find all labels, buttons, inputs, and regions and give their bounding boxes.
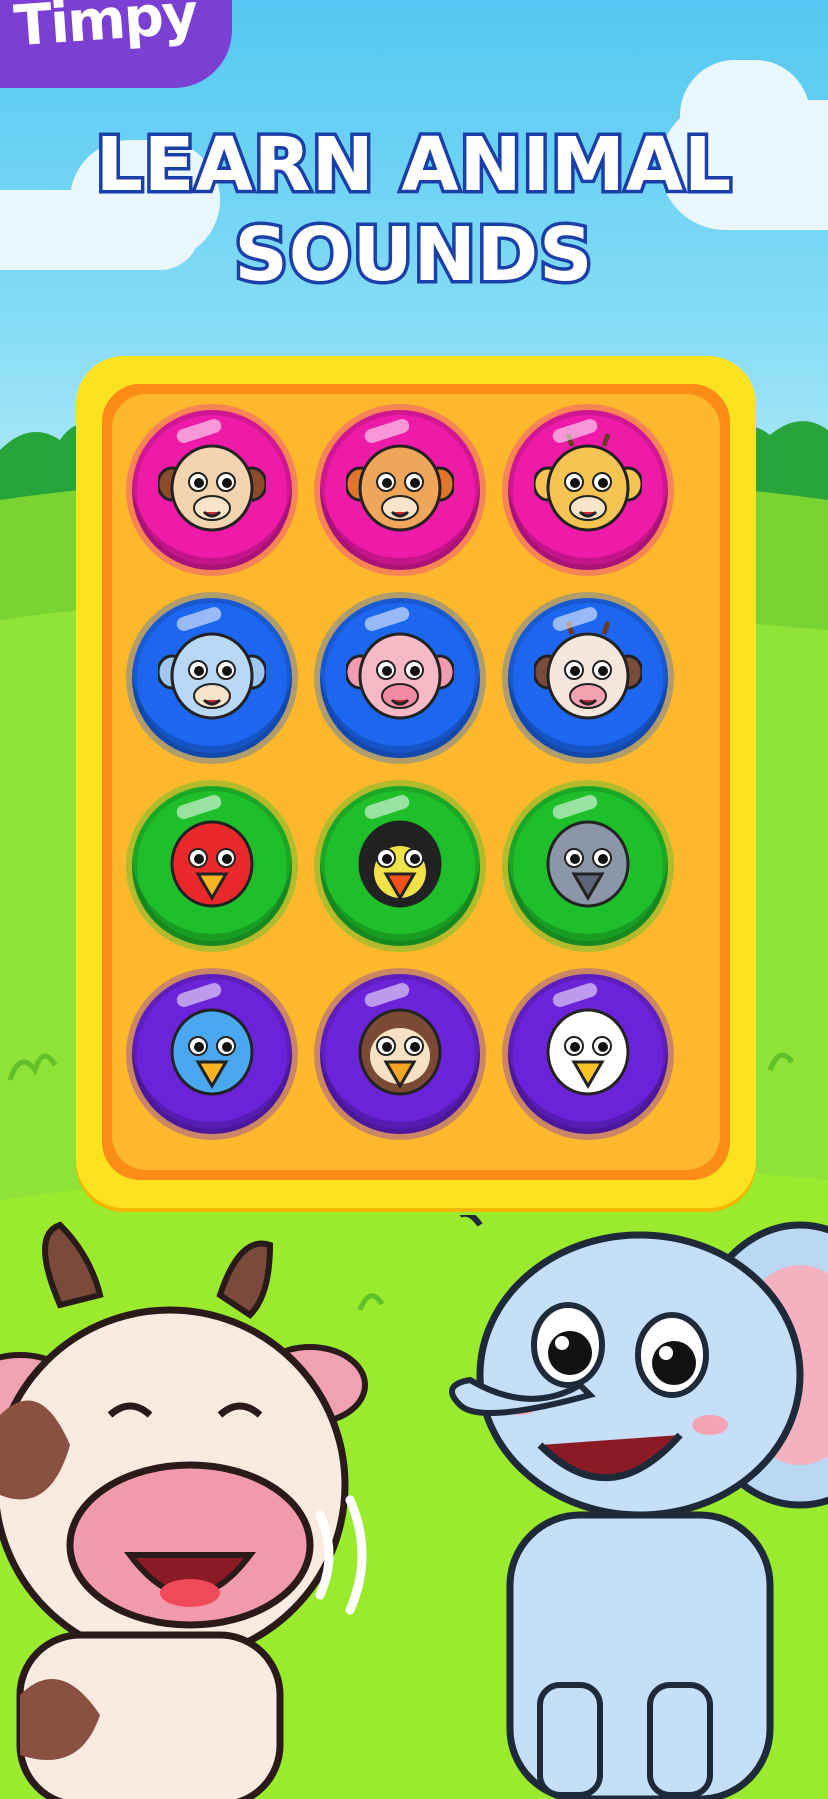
cow-sound-button[interactable] bbox=[508, 598, 668, 758]
elephant-sound-button[interactable] bbox=[132, 598, 292, 758]
pig-icon bbox=[346, 632, 454, 720]
goose-icon bbox=[546, 1008, 630, 1096]
toucan-sound-button[interactable] bbox=[320, 786, 480, 946]
cow-icon bbox=[534, 621, 642, 720]
owl-sound-button[interactable] bbox=[320, 974, 480, 1134]
headline-line2: SOUNDS bbox=[231, 209, 596, 302]
pigeon-sound-button[interactable] bbox=[508, 786, 668, 946]
board-frame bbox=[102, 384, 730, 1180]
elephant-character bbox=[449, 1215, 828, 1799]
parrot-sound-button[interactable] bbox=[132, 786, 292, 946]
animal-button-grid bbox=[112, 394, 720, 1170]
headline-line1: LEARN ANIMAL bbox=[92, 119, 734, 212]
logo-text: Timpy bbox=[11, 0, 199, 60]
dog-icon bbox=[346, 444, 454, 532]
cow-character bbox=[0, 1221, 368, 1799]
monkey-icon bbox=[158, 444, 266, 532]
app-logo: Timpy bbox=[0, 0, 232, 88]
toucan-icon bbox=[358, 820, 442, 908]
parrot-icon bbox=[170, 820, 254, 908]
giraffe-sound-button[interactable] bbox=[508, 410, 668, 570]
goose-sound-button[interactable] bbox=[508, 974, 668, 1134]
pigeon-icon bbox=[546, 820, 630, 908]
sound-board bbox=[76, 356, 756, 1208]
monkey-sound-button[interactable] bbox=[132, 410, 292, 570]
giraffe-icon bbox=[534, 433, 642, 532]
bluebird-icon bbox=[170, 1008, 254, 1096]
dog-sound-button[interactable] bbox=[320, 410, 480, 570]
elephant-icon bbox=[158, 632, 266, 720]
owl-icon bbox=[358, 1008, 442, 1096]
pig-sound-button[interactable] bbox=[320, 598, 480, 758]
bluebird-sound-button[interactable] bbox=[132, 974, 292, 1134]
